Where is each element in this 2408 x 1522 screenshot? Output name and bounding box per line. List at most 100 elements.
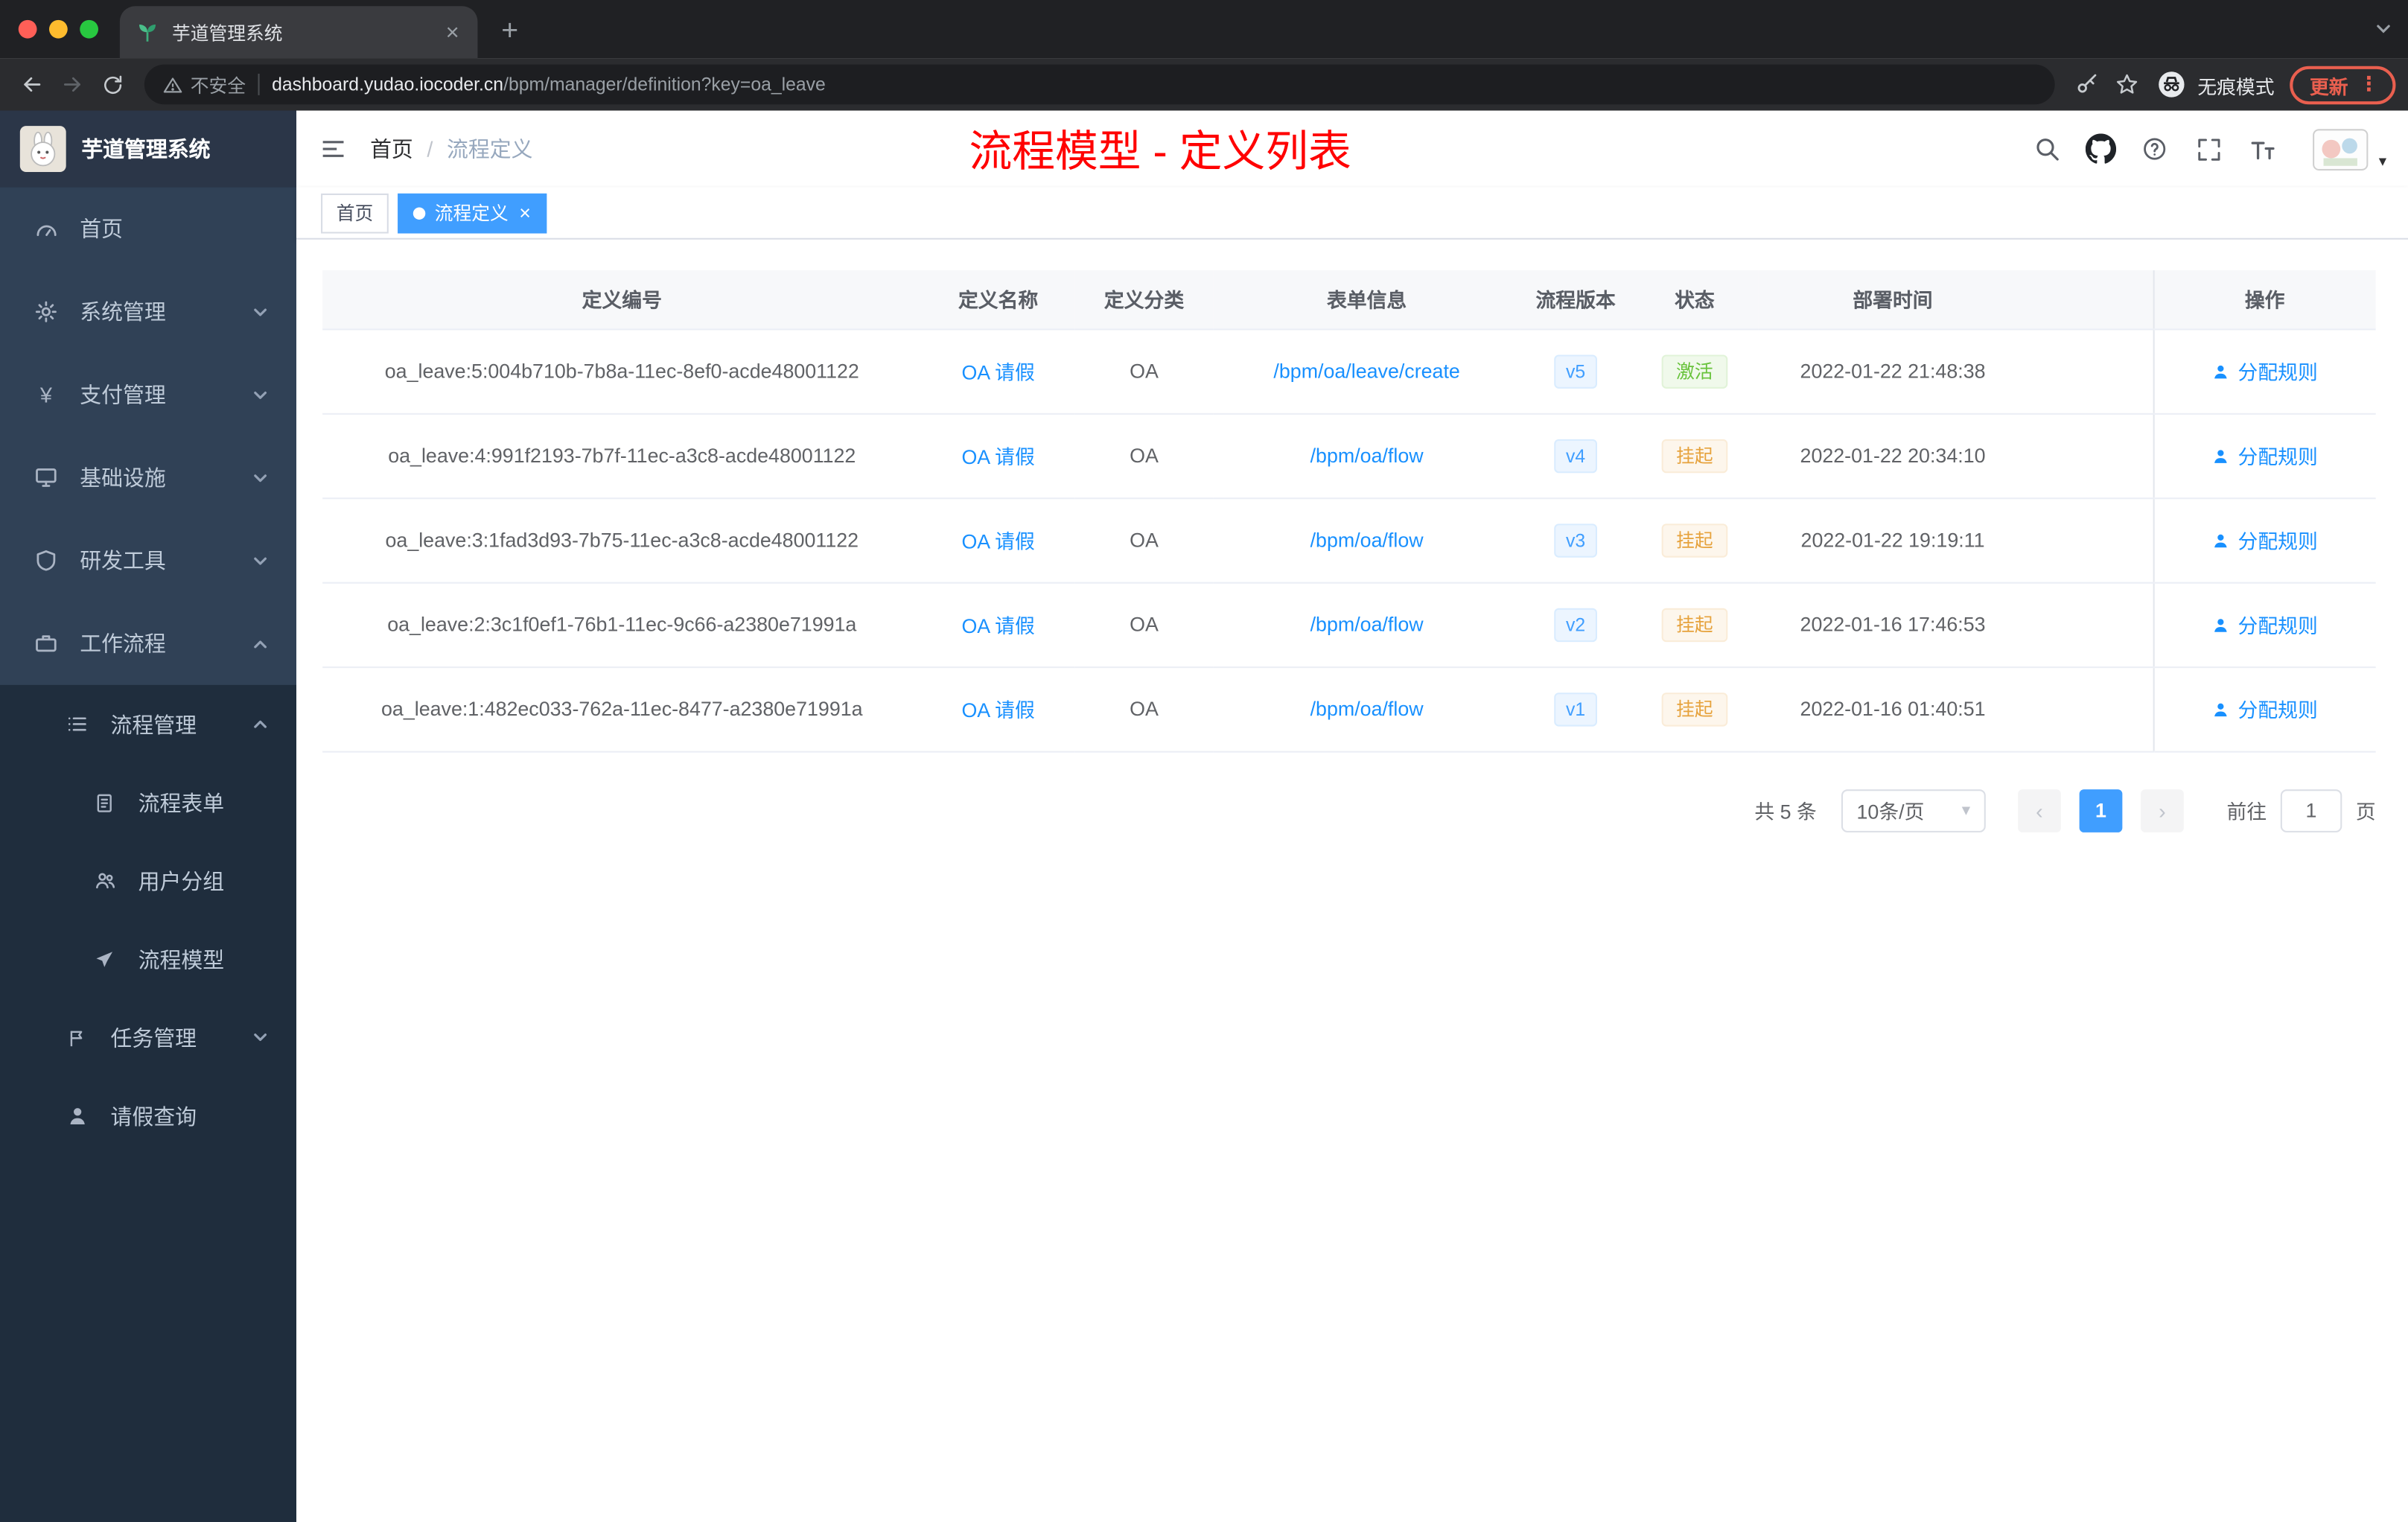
main-panel: 首页 / 流程定义 流程模型 - 定义列表 ▾ 首页 流程定义 × 定义编号 定… (296, 110, 2408, 1522)
definition-name-link[interactable]: OA 请假 (961, 361, 1034, 384)
key-icon[interactable] (2067, 65, 2107, 105)
tag-home[interactable]: 首页 (321, 192, 389, 233)
sidebar-item-devtools[interactable]: 研发工具 (0, 519, 296, 602)
col-actions: 操作 (2152, 270, 2376, 330)
reload-button[interactable] (92, 65, 133, 105)
font-size-icon[interactable] (2243, 127, 2281, 171)
version-badge: v4 (1553, 438, 1598, 473)
fullscreen-icon[interactable] (2190, 127, 2227, 171)
definition-category-cell: OA (1074, 413, 1214, 499)
chevron-down-icon (252, 552, 269, 569)
assign-rule-link[interactable]: 分配规则 (2211, 610, 2318, 639)
window-close-button[interactable] (18, 19, 37, 39)
back-button[interactable] (13, 65, 53, 105)
user-avatar[interactable]: ▾ (2313, 128, 2386, 170)
definition-name-link[interactable]: OA 请假 (961, 445, 1034, 468)
browser-menu-kebab-icon[interactable]: ⋮ (2359, 72, 2379, 97)
form-info-link[interactable]: /bpm/oa/flow (1310, 613, 1424, 636)
status-badge: 挂起 (1662, 438, 1727, 473)
definition-category-cell: OA (1074, 666, 1214, 752)
col-form-info: 表单信息 (1213, 270, 1520, 330)
deploy-time-cell: 2022-01-16 17:46:53 (1758, 582, 2028, 668)
warning-triangle-icon (163, 74, 183, 95)
user-icon (2214, 533, 2228, 547)
form-info-cell: /bpm/oa/flow (1213, 582, 1520, 668)
form-info-cell: /bpm/oa/flow (1213, 413, 1520, 499)
definition-name-link[interactable]: OA 请假 (961, 698, 1034, 722)
deploy-time-cell: 2022-01-16 01:40:51 (1758, 666, 2028, 752)
action-cell: 分配规则 (2152, 582, 2376, 668)
logo-avatar (19, 126, 66, 172)
sidebar-item-workflow[interactable]: 工作流程 (0, 602, 296, 685)
sidebar-item-label: 流程表单 (138, 790, 225, 815)
form-info-link[interactable]: /bpm/oa/flow (1310, 444, 1424, 467)
definition-category-cell: OA (1074, 582, 1214, 668)
goto-page-input[interactable] (2280, 789, 2342, 832)
help-icon[interactable] (2136, 127, 2173, 171)
sidebar-item-label: 用户分组 (138, 868, 225, 894)
sidebar-item-home[interactable]: 首页 (0, 188, 296, 270)
next-page-button[interactable]: › (2141, 789, 2184, 832)
form-info-link[interactable]: /bpm/oa/leave/create (1273, 360, 1459, 383)
assign-rule-label: 分配规则 (2237, 698, 2318, 722)
form-info-link[interactable]: /bpm/oa/flow (1310, 529, 1424, 552)
table-row: oa_leave:3:1fad3d93-7b75-11ec-a3c8-acde4… (322, 497, 2376, 583)
sidebar-item-process-model[interactable]: 流程模型 (0, 920, 296, 998)
forward-button[interactable] (52, 65, 92, 105)
bookmark-star-icon[interactable] (2107, 65, 2147, 105)
version-badge: v5 (1553, 354, 1598, 388)
tag-close-icon[interactable]: × (519, 203, 531, 223)
security-label[interactable]: 不安全 (191, 71, 246, 98)
sidebar-item-leave-query[interactable]: 请假查询 (0, 1077, 296, 1155)
assign-rule-link[interactable]: 分配规则 (2211, 694, 2318, 723)
definition-name-link[interactable]: OA 请假 (961, 530, 1034, 553)
sidebar-item-process-form[interactable]: 流程表单 (0, 763, 296, 841)
definition-name-link[interactable]: OA 请假 (961, 614, 1034, 637)
sidebar-item-label: 首页 (80, 216, 123, 241)
assign-rule-label: 分配规则 (2237, 445, 2318, 469)
page-number-button[interactable]: 1 (2079, 789, 2123, 832)
sidebar-item-process-mgmt[interactable]: 流程管理 (0, 685, 296, 763)
status-cell: 挂起 (1631, 582, 1759, 668)
address-divider (258, 74, 260, 95)
window-zoom-button[interactable] (80, 19, 98, 39)
users-icon (92, 868, 117, 893)
tab-close-icon[interactable]: × (442, 18, 462, 47)
assign-rule-link[interactable]: 分配规则 (2211, 441, 2318, 470)
sidebar-item-payment[interactable]: ¥ 支付管理 (0, 353, 296, 436)
new-tab-button[interactable]: + (490, 13, 530, 53)
flag-icon (65, 1025, 89, 1050)
assign-rule-link[interactable]: 分配规则 (2211, 357, 2318, 386)
sidebar-item-system[interactable]: 系统管理 (0, 270, 296, 353)
status-badge: 挂起 (1662, 607, 1727, 642)
sidebar-item-label: 支付管理 (80, 382, 166, 407)
page-size-select[interactable]: 10条/页 ▾ (1841, 789, 1986, 832)
spacer-cell (2027, 413, 2153, 499)
browser-update-button[interactable]: 更新 ⋮ (2290, 65, 2396, 104)
sidebar-logo[interactable]: 芋道管理系统 (0, 110, 297, 188)
process-version-cell: v5 (1520, 328, 1631, 414)
assign-rule-link[interactable]: 分配规则 (2211, 525, 2318, 554)
sidebar-toggle-icon[interactable] (296, 111, 370, 188)
dashboard-icon (34, 217, 58, 241)
sidebar-item-user-group[interactable]: 用户分组 (0, 841, 296, 920)
prev-page-button[interactable]: ‹ (2018, 789, 2061, 832)
tag-process-definition[interactable]: 流程定义 × (398, 192, 547, 233)
sidebar-item-task-mgmt[interactable]: 任务管理 (0, 999, 296, 1077)
chevron-up-icon (252, 716, 269, 733)
status-cell: 挂起 (1631, 497, 1759, 583)
browser-tab[interactable]: 芋道管理系统 × (119, 6, 478, 59)
action-cell: 分配规则 (2152, 497, 2376, 583)
address-bar[interactable]: 不安全 dashboard.yudao.iocoder.cn /bpm/mana… (144, 64, 2055, 105)
chevron-down-icon (252, 469, 269, 486)
sidebar-item-infra[interactable]: 基础设施 (0, 436, 296, 519)
search-icon[interactable] (2029, 127, 2066, 171)
chevron-down-icon (252, 1029, 269, 1046)
table-row: oa_leave:4:991f2193-7b7f-11ec-a3c8-acde4… (322, 413, 2376, 499)
sidebar-item-label: 基础设施 (80, 465, 166, 490)
window-minimize-button[interactable] (49, 19, 68, 39)
breadcrumb-home[interactable]: 首页 (370, 133, 413, 164)
tab-search-chevron-icon[interactable] (2374, 20, 2393, 39)
form-info-link[interactable]: /bpm/oa/flow (1310, 697, 1424, 720)
github-icon[interactable] (2083, 127, 2120, 171)
